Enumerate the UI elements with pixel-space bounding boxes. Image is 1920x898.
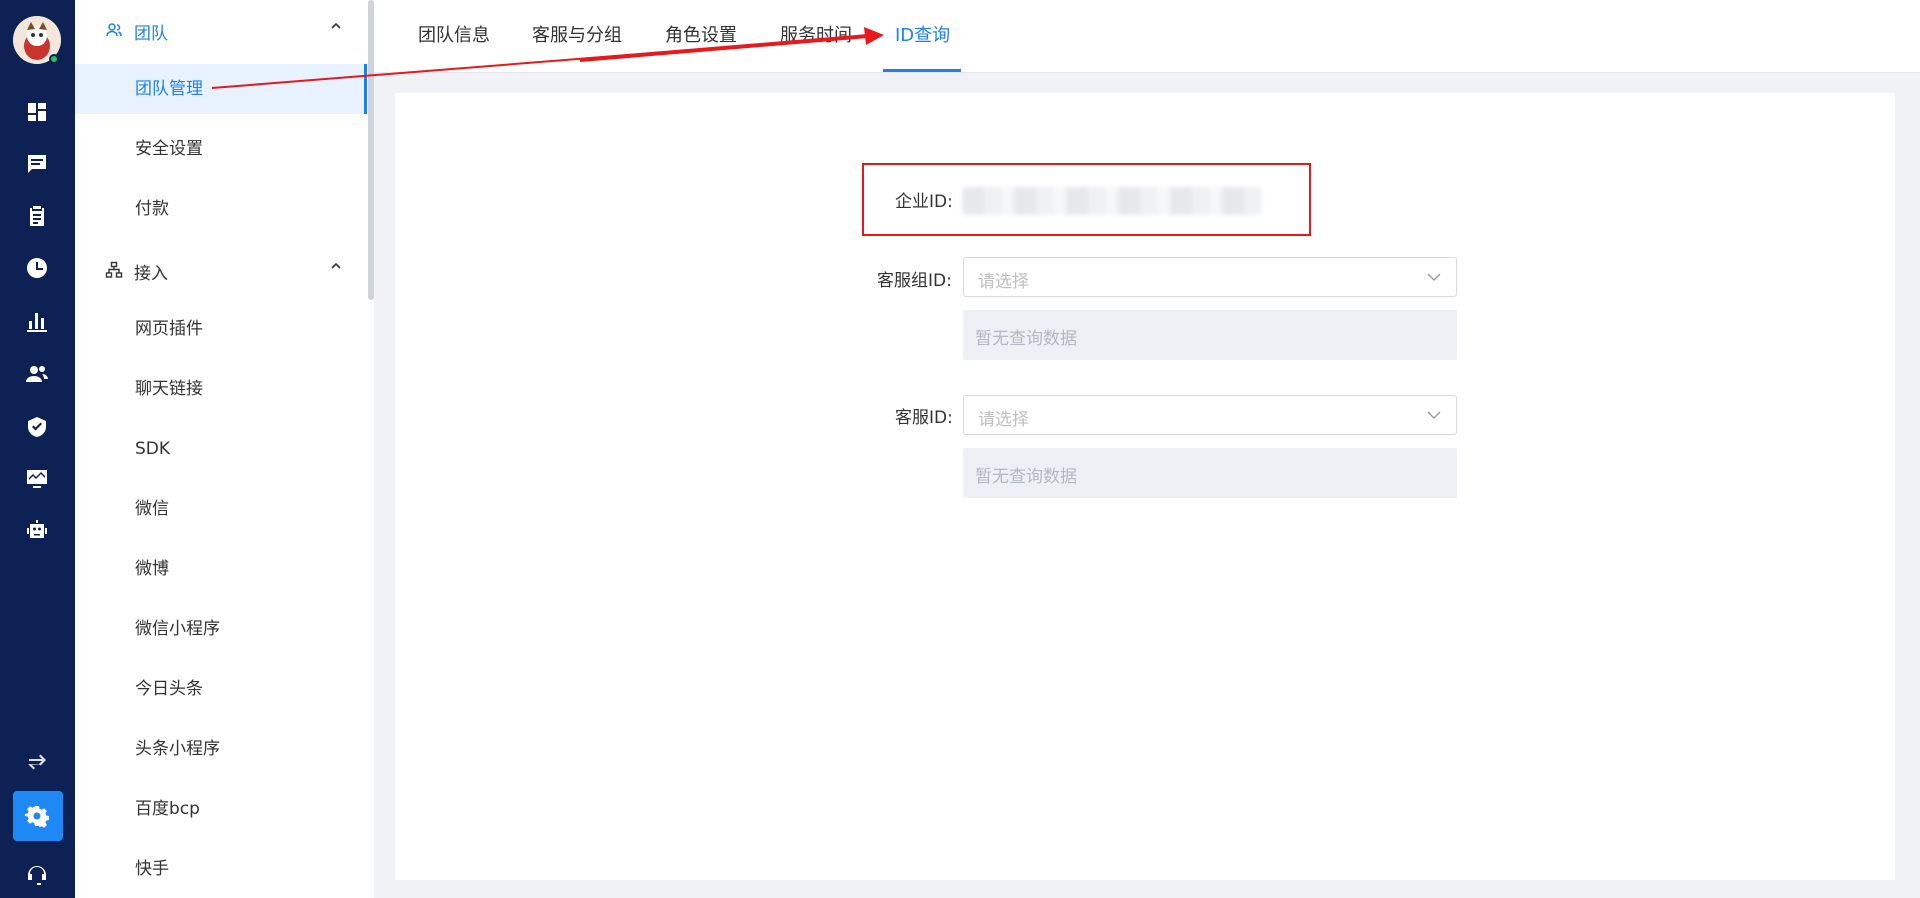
robot-icon[interactable] (24, 518, 50, 544)
tab-team-info[interactable]: 团队信息 (418, 0, 490, 73)
agent-id-results: 暂无查询数据 (963, 448, 1457, 498)
network-icon (105, 261, 123, 279)
group-id-select[interactable]: 请选择 (963, 257, 1457, 297)
sidebar-item-baidu-bcp[interactable]: 百度bcp (75, 784, 365, 834)
active-tab-indicator (883, 69, 961, 72)
tab-agents-groups[interactable]: 客服与分组 (532, 0, 622, 73)
online-status-dot (49, 54, 59, 64)
chevron-down-icon (1426, 407, 1442, 423)
group-id-empty-text: 暂无查询数据 (975, 329, 1077, 349)
group-id-placeholder: 请选择 (978, 272, 1029, 292)
sidebar-group-label: 团队 (134, 24, 168, 44)
sidebar-item-kuaishou[interactable]: 快手 (75, 844, 365, 894)
sidebar-item-payment[interactable]: 付款 (75, 184, 365, 234)
sidebar-item-wechat-mini-program[interactable]: 微信小程序 (75, 604, 365, 654)
icon-rail (0, 0, 75, 898)
tab-bar: 团队信息 客服与分组 角色设置 服务时间 ID查询 (374, 0, 1920, 73)
settings-icon[interactable] (24, 803, 50, 829)
agent-id-placeholder: 请选择 (978, 410, 1029, 430)
sidebar-item-team-management[interactable]: 团队管理 (75, 64, 367, 114)
clipboard-icon[interactable] (24, 203, 50, 229)
settings-sidebar: 团队 团队管理 安全设置 付款 接入 网页插件 聊天链接 SDK 微信 微博 微… (75, 0, 374, 898)
group-id-results: 暂无查询数据 (963, 310, 1457, 360)
group-id-label: 客服组ID: (877, 271, 952, 291)
message-icon[interactable] (24, 151, 50, 177)
agent-id-empty-text: 暂无查询数据 (975, 467, 1077, 487)
sidebar-item-wechat[interactable]: 微信 (75, 484, 365, 534)
annotation-highlight-box (862, 163, 1311, 236)
sidebar-group-label: 接入 (134, 264, 168, 284)
sidebar-item-sdk[interactable]: SDK (75, 424, 365, 474)
sidebar-item-chat-link[interactable]: 聊天链接 (75, 364, 365, 414)
team-icon (105, 21, 123, 39)
switch-icon[interactable] (24, 749, 50, 775)
sidebar-item-toutiao-mini-program[interactable]: 头条小程序 (75, 724, 365, 774)
chevron-down-icon (1426, 269, 1442, 285)
chevron-up-icon (329, 258, 343, 272)
tab-role-settings[interactable]: 角色设置 (665, 0, 737, 73)
sidebar-item-toutiao[interactable]: 今日头条 (75, 664, 365, 714)
agent-id-label: 客服ID: (895, 408, 953, 428)
tab-id-query[interactable]: ID查询 (895, 0, 950, 73)
chevron-up-icon (329, 18, 343, 32)
dashboard-icon[interactable] (24, 99, 50, 125)
sidebar-item-security-settings[interactable]: 安全设置 (75, 124, 365, 174)
headset-icon[interactable] (24, 862, 50, 888)
sidebar-item-web-plugin[interactable]: 网页插件 (75, 304, 365, 354)
bar-chart-icon[interactable] (24, 308, 50, 334)
clock-icon[interactable] (24, 255, 50, 281)
users-icon[interactable] (24, 361, 50, 387)
agent-id-select[interactable]: 请选择 (963, 395, 1457, 435)
sidebar-item-weibo[interactable]: 微博 (75, 544, 365, 594)
sidebar-group-team[interactable]: 团队 (75, 10, 365, 50)
tab-service-hours[interactable]: 服务时间 (780, 0, 852, 73)
sidebar-group-access[interactable]: 接入 (75, 250, 365, 290)
monitor-chart-icon[interactable] (24, 466, 50, 492)
shield-icon[interactable] (24, 414, 50, 440)
